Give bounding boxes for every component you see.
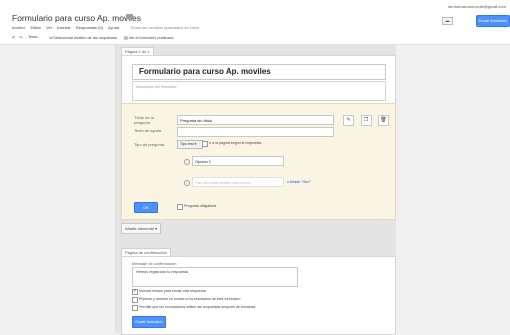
required-checkbox[interactable]	[177, 204, 183, 210]
allow-edit-checkbox[interactable]	[132, 305, 138, 311]
confirmation-message-label: Mensaje de confirmación	[132, 261, 177, 266]
menu-insertar[interactable]: Insertar	[57, 25, 71, 30]
required-label: Pregunta obligatoria	[184, 204, 217, 208]
delete-icon[interactable]: 🗑	[378, 115, 389, 126]
question-tools: ✎ ❐ 🗑	[341, 108, 389, 126]
question-editor: ✎ ❐ 🗑 Título de la pregunta Pregunta sin…	[121, 103, 396, 220]
form-title: Formulario para curso Ap. moviles	[139, 67, 271, 76]
question-type-select[interactable]: Tipo test ▾	[177, 140, 203, 149]
publish-results-label: Publicar y mostrar un enlace a los resul…	[139, 297, 241, 301]
toolbar: ↶ ↷ Tema... ⇲ Seleccionar destino de las…	[0, 33, 510, 43]
star-icon[interactable]: ☆	[117, 13, 124, 22]
add-item-button[interactable]: Añadir elemento ▾	[121, 223, 162, 234]
option1-input[interactable]: Opción 1	[192, 156, 284, 166]
user-email[interactable]: denformacionmovile@gmail.com	[448, 4, 506, 9]
form-description-field[interactable]: Descripción del formulario	[132, 81, 386, 101]
option1-radio	[184, 159, 190, 165]
question-title-value: Pregunta sin título	[180, 118, 213, 123]
saved-status: Todos los cambios guardados en Drive	[130, 25, 200, 30]
add-other-link[interactable]: o Añadir "Otro"	[287, 180, 311, 184]
confirmation-message-value: Hemos registrado tu respuesta.	[136, 270, 189, 274]
check-icon: ✓	[133, 288, 138, 294]
goto-page-checkbox[interactable]	[202, 141, 208, 147]
menu-ayuda[interactable]: Ayuda	[108, 25, 119, 30]
undo-icon[interactable]: ↶	[12, 35, 15, 40]
goto-page-label: Ir a la página según la respuesta	[209, 141, 262, 145]
view-published-label: Ver el formulario publicado	[128, 36, 174, 40]
view-published-button[interactable]: ▤ Ver el formulario publicado	[124, 35, 174, 40]
question-title-input[interactable]: Pregunta sin título	[177, 115, 334, 125]
question-type-label: Tipo de pregunta	[134, 142, 165, 147]
show-another-response-checkbox[interactable]: ✓	[132, 288, 138, 295]
destination-label: Seleccionar destino de las respuestas	[53, 36, 118, 40]
folder-icon[interactable]	[126, 14, 133, 19]
duplicate-icon[interactable]: ❐	[360, 115, 372, 126]
comment-icon[interactable]: ▬	[442, 17, 453, 25]
question-title-label: Título de la pregunta	[134, 115, 154, 125]
theme-button[interactable]: Tema...	[28, 35, 40, 39]
menu-ver[interactable]: Ver	[46, 25, 52, 30]
question-type-value: Tipo test	[180, 142, 194, 146]
description-placeholder: Descripción del formulario	[136, 85, 177, 89]
add-item-label: Añadir elemento	[125, 226, 155, 231]
menu-bar: Archivo Editar Ver Insertar Respuestas (…	[12, 25, 203, 30]
destination-button[interactable]: ⇲ Seleccionar destino de las respuestas	[49, 35, 117, 40]
send-form-header-button[interactable]: Enviar formulario	[476, 15, 510, 27]
menu-archivo[interactable]: Archivo	[12, 25, 25, 30]
option1-value: Opción 1	[195, 159, 212, 164]
form-header-card: Formulario para curso Ap. moviles Descri…	[121, 55, 396, 105]
allow-edit-label: Permitir que los encuestados editen las …	[139, 305, 256, 309]
ok-button[interactable]: OK	[134, 202, 158, 213]
edit-icon[interactable]: ✎	[343, 115, 355, 126]
form-title-field[interactable]: Formulario para curso Ap. moviles	[132, 64, 386, 80]
help-text-input[interactable]	[177, 127, 334, 137]
new-option-placeholder: Haz clic para añadir una opción	[195, 180, 252, 185]
menu-editar[interactable]: Editar	[30, 25, 40, 30]
menu-respuestas[interactable]: Respuestas (0)	[76, 25, 103, 30]
confirmation-message-input[interactable]: Hemos registrado tu respuesta.	[132, 267, 298, 287]
send-form-button[interactable]: Enviar formulario	[132, 316, 166, 328]
publish-results-checkbox[interactable]	[132, 297, 138, 303]
new-option-input[interactable]: Haz clic para añadir una opción	[192, 177, 284, 187]
chevron-down-icon: ▾	[155, 226, 158, 231]
redo-icon[interactable]: ↷	[19, 35, 22, 40]
option-new-radio	[184, 180, 190, 186]
help-text-label: Texto de ayuda	[134, 128, 162, 133]
confirmation-card: Mensaje de confirmación Hemos registrado…	[121, 256, 396, 335]
show-another-response-label: Mostrar enlace para enviar otra respuest…	[139, 289, 206, 293]
